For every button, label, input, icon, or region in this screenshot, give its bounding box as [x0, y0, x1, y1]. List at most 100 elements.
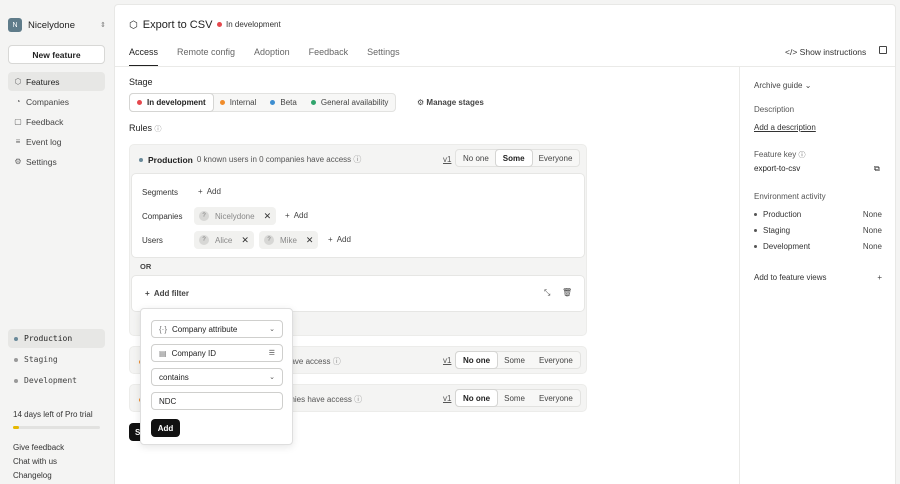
env-staging[interactable]: Staging	[8, 350, 105, 369]
operator-label: contains	[159, 372, 189, 382]
chat-with-us-link[interactable]: Chat with us	[13, 457, 57, 466]
tab-remote-config[interactable]: Remote config	[177, 47, 235, 67]
workspace-switcher[interactable]: N Nicelydone ⇕	[8, 15, 106, 35]
trash-icon[interactable]: 🗑	[562, 288, 572, 297]
archive-guide-button[interactable]: Archive guide ⌄	[754, 81, 811, 90]
stage-general-availability[interactable]: General availability	[304, 94, 396, 111]
field-select[interactable]: ▤ Company ID ☰	[151, 344, 283, 362]
access-segmented-control: No one Some Everyone	[455, 389, 581, 407]
environment-list: Production Staging Development	[8, 329, 105, 392]
add-filter-submit-button[interactable]: Add	[151, 419, 180, 437]
page-title: ⬡ Export to CSV	[129, 19, 212, 31]
stage-internal[interactable]: Internal	[213, 94, 264, 111]
env-dot	[754, 229, 757, 232]
chip-label: Alice	[215, 235, 233, 245]
rule-header: Production 0 known users in 0 companies …	[139, 154, 361, 165]
targeting-box: Segments + Add Companies ? Nicelydone ✕ + …	[131, 173, 585, 258]
tab-feedback[interactable]: Feedback	[309, 47, 349, 67]
option-some[interactable]: Some	[494, 149, 533, 167]
sidebar-item-label: Companies	[26, 96, 69, 107]
attribute-type-select[interactable]: {·} Company attribute ⌄	[151, 320, 283, 338]
users-label: Users	[142, 236, 163, 245]
remove-icon[interactable]: ✕	[241, 235, 249, 246]
option-no-one[interactable]: No one	[456, 150, 496, 166]
remove-icon[interactable]: ✕	[306, 235, 314, 246]
gear-icon: ⚙	[417, 98, 425, 107]
or-divider: OR	[140, 262, 152, 271]
user-chip: ? Mike ✕	[259, 231, 319, 249]
sidebar-item-event-log[interactable]: ≡ Event log	[8, 132, 105, 151]
env-activity-label: Environment activity	[754, 192, 826, 201]
option-everyone[interactable]: Everyone	[532, 390, 580, 406]
add-company-button[interactable]: + Add	[285, 211, 308, 220]
version-link[interactable]: v1	[443, 394, 451, 403]
stage-heading: Stage	[129, 77, 153, 87]
add-user-button[interactable]: + Add	[328, 235, 351, 244]
env-value: None	[862, 226, 882, 235]
add-label: Add	[206, 187, 221, 196]
user-chip: ? Alice ✕	[194, 231, 254, 249]
manage-stages-button[interactable]: ⚙ Manage stages	[417, 98, 484, 107]
sidebar-item-features[interactable]: ⬡ Features	[8, 72, 105, 91]
remove-icon[interactable]: ✕	[264, 211, 272, 222]
feature-key-label-text: Feature key	[754, 150, 797, 159]
plus-icon: +	[145, 289, 150, 298]
option-no-one[interactable]: No one	[455, 389, 499, 407]
version-link[interactable]: v1	[443, 155, 451, 164]
rule-summary: anies have access	[286, 395, 352, 404]
changelog-link[interactable]: Changelog	[13, 471, 52, 480]
add-filter-button[interactable]: + Add filter	[145, 289, 189, 298]
info-icon: ⓘ	[332, 357, 341, 366]
stage-in-development[interactable]: In development	[129, 93, 214, 112]
copy-icon[interactable]: ⧉	[874, 164, 880, 174]
access-segmented-control: No one Some Everyone	[455, 149, 581, 167]
option-some[interactable]: Some	[497, 390, 532, 406]
env-production[interactable]: Production	[8, 329, 105, 348]
status-label: In development	[226, 20, 281, 29]
env-activity-row: Staging None	[754, 226, 882, 235]
feature-name: Export to CSV	[142, 19, 213, 31]
give-feedback-link[interactable]: Give feedback	[13, 443, 64, 452]
sidebar-item-settings[interactable]: ⚙ Settings	[8, 152, 105, 171]
show-instructions-label: Show instructions	[799, 47, 867, 57]
option-everyone[interactable]: Everyone	[532, 150, 580, 166]
collapse-icon[interactable]: ⤡	[544, 288, 550, 298]
add-label: Add	[293, 211, 308, 220]
add-description-link[interactable]: Add a description	[754, 123, 816, 132]
plus-icon: +	[285, 211, 290, 220]
env-name: Staging	[763, 226, 791, 235]
main-panel: ⬡ Export to CSV In development Access Re…	[114, 4, 896, 484]
sidebar-item-companies[interactable]: ◔ Companies	[8, 92, 105, 111]
show-instructions-button[interactable]: </> Show instructions	[785, 47, 866, 57]
env-development[interactable]: Development	[8, 371, 105, 390]
panel-toggle-icon[interactable]	[879, 46, 887, 54]
option-everyone[interactable]: Everyone	[532, 352, 580, 368]
sidebar: N Nicelydone ⇕ New feature ⬡ Features ◔ Co…	[0, 0, 114, 484]
stage-dot	[137, 100, 142, 105]
option-no-one[interactable]: No one	[455, 351, 499, 369]
value-input[interactable]: NDC	[151, 392, 283, 410]
tab-adoption[interactable]: Adoption	[254, 47, 290, 67]
env-activity-row: Production None	[754, 210, 882, 219]
version-link[interactable]: v1	[443, 356, 451, 365]
company-chip: ? Nicelydone ✕	[194, 207, 277, 225]
tab-settings[interactable]: Settings	[367, 47, 400, 67]
stage-beta[interactable]: Beta	[263, 94, 303, 111]
companies-label: Companies	[142, 212, 183, 221]
cube-icon: ⬡	[129, 19, 138, 31]
env-dot	[754, 213, 757, 216]
chevron-down-icon: ⌄	[804, 81, 812, 90]
new-feature-button[interactable]: New feature	[8, 45, 105, 64]
sidebar-item-feedback[interactable]: ▢ Feedback	[8, 112, 105, 131]
operator-select[interactable]: contains ⌄	[151, 368, 283, 386]
option-some[interactable]: Some	[497, 352, 532, 368]
feature-key-label: Feature key ⓘ	[754, 150, 805, 160]
add-segment-button[interactable]: + Add	[198, 187, 221, 196]
stage-dot	[310, 100, 316, 105]
trial-text: 14 days left of Pro trial	[13, 410, 93, 419]
tab-access[interactable]: Access	[129, 47, 159, 67]
plus-icon: +	[198, 187, 203, 196]
info-icon: ⓘ	[353, 155, 362, 164]
env-label: Production	[24, 334, 73, 343]
add-to-feature-views-button[interactable]: Add to feature views +	[754, 273, 882, 282]
